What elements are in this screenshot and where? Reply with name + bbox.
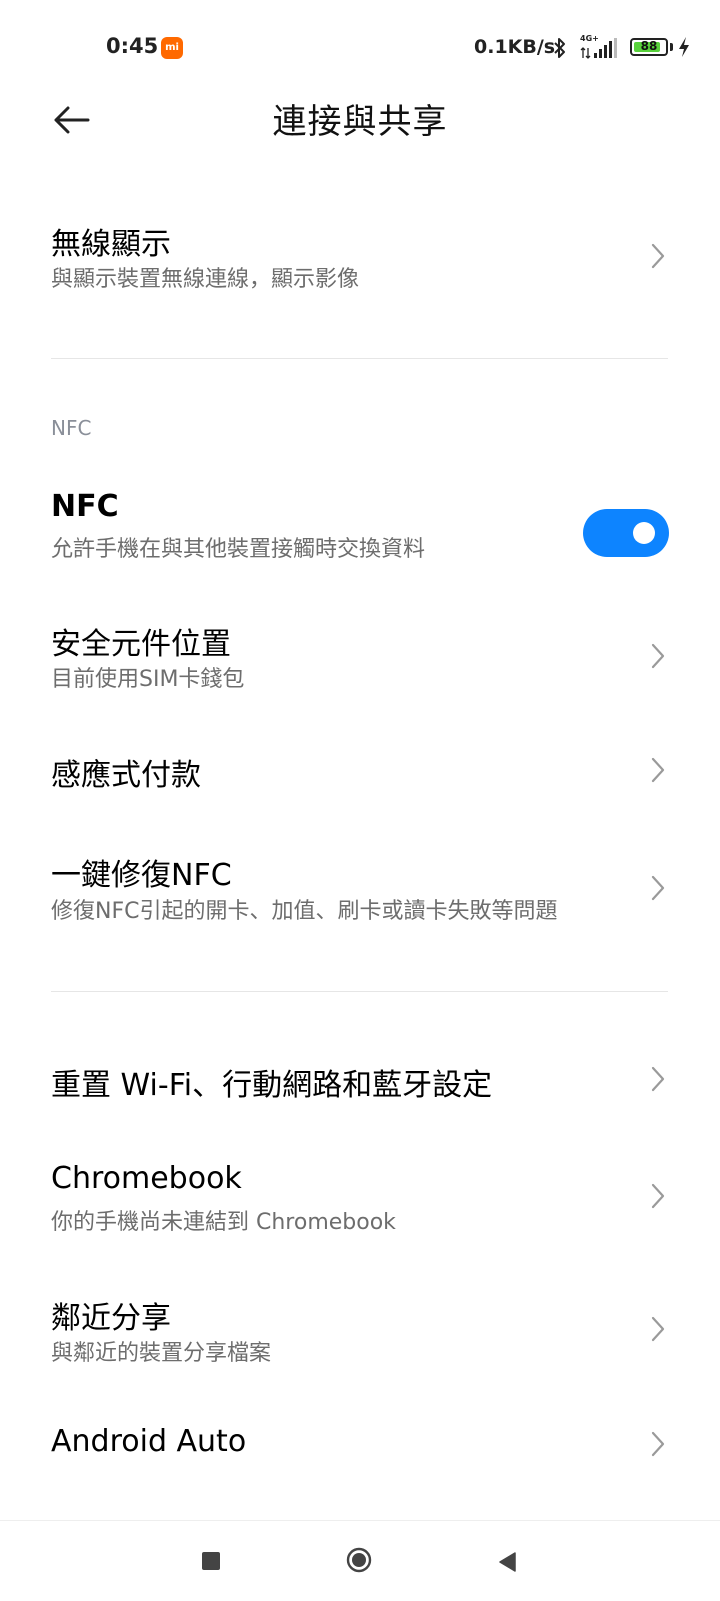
secure-element-title: 安全元件位置 — [51, 627, 231, 662]
secure-element-subtitle: 目前使用SIM卡錢包 — [51, 667, 245, 692]
status-time: 0:45 — [106, 34, 159, 58]
signal-icon: 4G+ — [580, 34, 620, 60]
chevron-right-icon — [651, 1316, 665, 1342]
wireless-display-item[interactable]: 無線顯示 與顯示裝置無線連線，顯示影像 — [0, 200, 720, 320]
battery-level: 88 — [640, 39, 658, 53]
battery-icon: 88 — [630, 38, 668, 56]
nearby-share-item[interactable]: 鄰近分享 與鄰近的裝置分享檔案 — [0, 1275, 720, 1395]
android-auto-title: Android Auto — [51, 1424, 247, 1459]
nfc-subtitle: 允許手機在與其他裝置接觸時交換資料 — [51, 537, 426, 562]
charging-icon — [679, 37, 689, 57]
chevron-right-icon — [651, 643, 665, 669]
nav-back-button[interactable] — [497, 1551, 517, 1573]
chevron-right-icon — [651, 757, 665, 783]
section-header-nfc: NFC — [51, 416, 92, 440]
contactless-payment-title: 感應式付款 — [51, 758, 201, 793]
triangle-left-icon — [499, 1552, 516, 1572]
recents-button[interactable] — [202, 1552, 220, 1570]
chromebook-title: Chromebook — [51, 1161, 242, 1196]
status-bar: 0:45 mi 0.1KB/s 4G+ 88 — [0, 0, 720, 96]
chevron-right-icon — [651, 243, 665, 269]
nfc-repair-title: 一鍵修復NFC — [51, 858, 232, 893]
chromebook-item[interactable]: Chromebook 你的手機尚未連結到 Chromebook — [0, 1145, 720, 1265]
navigation-bar — [0, 1520, 720, 1601]
home-button[interactable] — [346, 1547, 372, 1573]
wireless-display-subtitle: 與顯示裝置無線連線，顯示影像 — [51, 267, 360, 292]
nearby-share-subtitle: 與鄰近的裝置分享檔案 — [51, 1341, 272, 1366]
reset-network-item[interactable]: 重置 Wi-Fi、行動網路和藍牙設定 — [0, 1040, 720, 1130]
toggle-knob — [633, 522, 655, 544]
secure-element-item[interactable]: 安全元件位置 目前使用SIM卡錢包 — [0, 600, 720, 720]
contactless-payment-item[interactable]: 感應式付款 — [0, 730, 720, 820]
mi-app-icon: mi — [161, 37, 183, 59]
wireless-display-title: 無線顯示 — [51, 227, 171, 262]
page-title: 連接與共享 — [272, 102, 448, 142]
divider — [51, 358, 668, 359]
chevron-right-icon — [651, 1183, 665, 1209]
nfc-repair-item[interactable]: 一鍵修復NFC 修復NFC引起的開卡、加值、刷卡或讀卡失敗等問題 — [0, 835, 720, 955]
bluetooth-icon — [554, 38, 565, 58]
chevron-right-icon — [651, 1066, 665, 1092]
network-speed: 0.1KB/s — [474, 36, 556, 58]
nfc-toggle[interactable] — [583, 509, 669, 557]
reset-network-title: 重置 Wi-Fi、行動網路和藍牙設定 — [51, 1068, 493, 1103]
android-auto-item[interactable]: Android Auto — [0, 1410, 720, 1500]
nfc-title: NFC — [51, 489, 119, 524]
chevron-right-icon — [651, 1431, 665, 1457]
battery-tip — [670, 43, 673, 51]
nearby-share-title: 鄰近分享 — [51, 1301, 171, 1336]
nfc-repair-subtitle: 修復NFC引起的開卡、加值、刷卡或讀卡失敗等問題 — [51, 899, 558, 924]
chevron-right-icon — [651, 875, 665, 901]
divider — [51, 991, 668, 992]
chromebook-subtitle: 你的手機尚未連結到 Chromebook — [51, 1210, 396, 1235]
